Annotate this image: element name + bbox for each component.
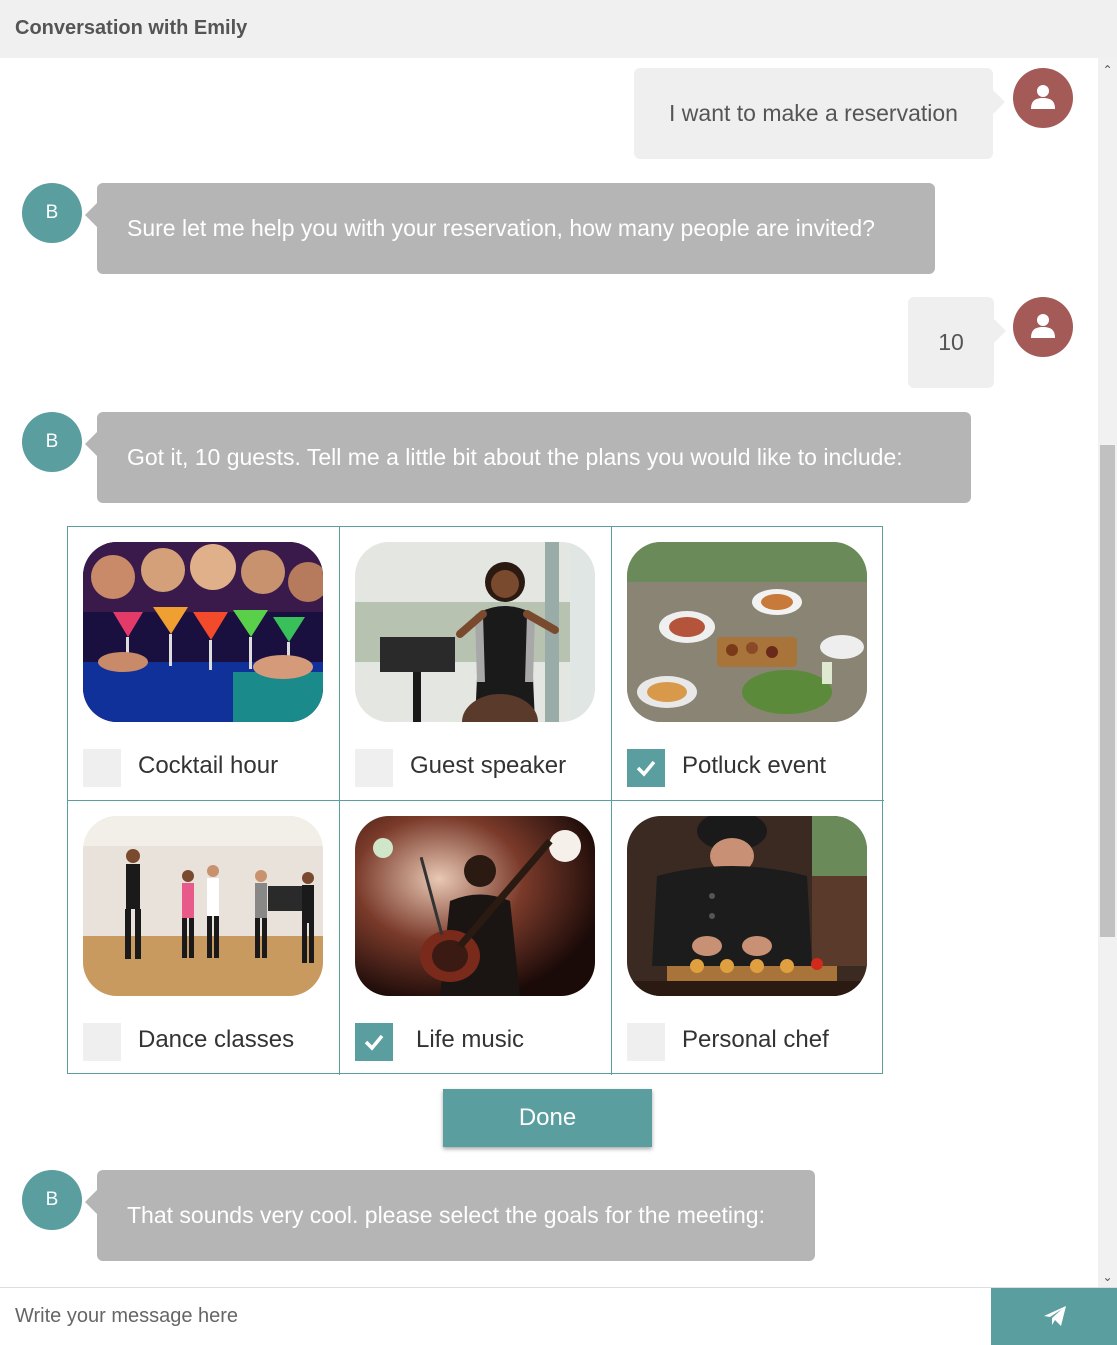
- speaker-podium-photo: [355, 542, 595, 722]
- option-card-guest-speaker[interactable]: Guest speaker: [340, 527, 612, 801]
- party-cocktails-photo: [83, 542, 323, 722]
- bot-message-text: Sure let me help you with your reservati…: [127, 215, 875, 241]
- option-checkbox[interactable]: [355, 749, 393, 787]
- option-label: Potluck event: [682, 752, 827, 779]
- option-label: Personal chef: [682, 1026, 829, 1053]
- vertical-scrollbar[interactable]: ⌃ ⌄: [1098, 58, 1117, 1287]
- plan-options-grid: Cocktail hour Guest speaker Potluck even…: [67, 526, 884, 1075]
- option-checkbox[interactable]: [83, 1023, 121, 1061]
- option-label: Life music: [416, 1026, 525, 1053]
- bot-avatar: B: [22, 183, 82, 243]
- option-card-cocktail-hour[interactable]: Cocktail hour: [68, 527, 340, 801]
- checkmark-icon: [636, 760, 656, 777]
- option-label: Cocktail hour: [138, 752, 279, 779]
- bot-message: Got it, 10 guests. Tell me a little bit …: [85, 412, 971, 503]
- dance-class-photo: [83, 816, 323, 996]
- option-card-dance-classes[interactable]: Dance classes: [68, 801, 340, 1075]
- option-checkbox[interactable]: [627, 1023, 665, 1061]
- message-composer: [0, 1287, 1117, 1345]
- option-card-potluck-event[interactable]: Potluck event: [612, 527, 884, 801]
- scrollbar-thumb[interactable]: [1100, 445, 1115, 937]
- person-icon: [1031, 85, 1055, 109]
- option-label: Guest speaker: [410, 752, 567, 779]
- bot-avatar: B: [22, 1170, 82, 1230]
- checkmark-icon: [364, 1034, 384, 1051]
- bot-message: That sounds very cool. please select the…: [85, 1170, 815, 1261]
- guitarist-concert-photo: [355, 816, 595, 996]
- person-icon: [1031, 314, 1055, 338]
- option-checkbox[interactable]: [627, 749, 665, 787]
- bot-message: Sure let me help you with your reservati…: [85, 183, 935, 274]
- paper-plane-icon: [1044, 1306, 1066, 1326]
- message-input[interactable]: [0, 1288, 991, 1345]
- chef-plating-photo: [627, 816, 867, 996]
- conversation-title: Conversation with Emily: [15, 17, 248, 39]
- option-label: Dance classes: [138, 1026, 295, 1053]
- user-avatar: [1013, 68, 1073, 128]
- option-checkbox[interactable]: [83, 749, 121, 787]
- user-message-text: 10: [938, 329, 964, 355]
- user-message: 10: [908, 297, 1006, 388]
- scroll-up-arrow-icon[interactable]: ⌃: [1098, 60, 1117, 80]
- option-checkbox[interactable]: [355, 1023, 393, 1061]
- bot-avatar: B: [22, 412, 82, 472]
- send-button[interactable]: [991, 1288, 1117, 1345]
- user-message: I want to make a reservation: [634, 68, 1005, 159]
- user-avatar: [1013, 297, 1073, 357]
- message-list[interactable]: I want to make a reservation B Sure let …: [0, 58, 1117, 1287]
- chat-header: Conversation with Emily: [0, 0, 1117, 58]
- bot-message-text: Got it, 10 guests. Tell me a little bit …: [127, 444, 903, 470]
- done-button[interactable]: Done: [443, 1089, 652, 1147]
- option-card-life-music[interactable]: Life music: [340, 801, 612, 1075]
- bot-message-text: That sounds very cool. please select the…: [127, 1202, 765, 1228]
- potluck-table-photo: [627, 542, 867, 722]
- user-message-text: I want to make a reservation: [669, 100, 958, 126]
- option-card-personal-chef[interactable]: Personal chef: [612, 801, 884, 1075]
- scroll-down-arrow-icon[interactable]: ⌄: [1098, 1267, 1117, 1287]
